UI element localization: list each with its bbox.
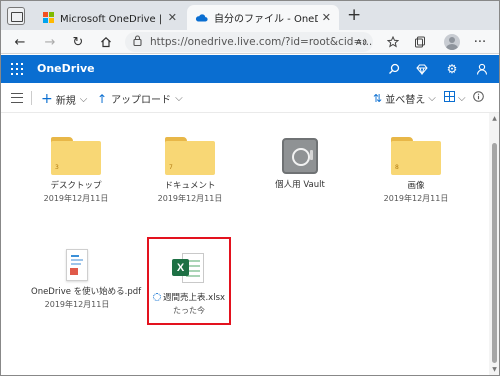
url-text: https://onedrive.live.com/?id=root&cid=.… [150, 36, 373, 48]
view-toggle-button[interactable]: ⌵ [444, 91, 466, 105]
home-icon[interactable] [97, 33, 115, 51]
folder-tile-documents[interactable]: 7 ドキュメント 2019年12月11日 [145, 137, 235, 204]
upload-arrow-icon: ↑ [97, 91, 108, 106]
onedrive-cloud-icon [195, 13, 208, 22]
lock-icon[interactable] [133, 35, 142, 49]
scroll-up-icon[interactable]: ▲ [490, 115, 499, 122]
scroll-down-icon[interactable]: ▼ [490, 366, 499, 373]
favorite-star-icon[interactable] [384, 33, 402, 51]
app-launcher-icon[interactable] [11, 63, 23, 75]
file-name: デスクトップ [50, 181, 102, 191]
forward-arrow-icon[interactable]: → [41, 33, 59, 51]
browser-tab-onedrive-info[interactable]: Microsoft OneDrive | 無料のクラウ ✕ [35, 5, 185, 30]
chevron-down-icon: ⌵ [175, 93, 183, 104]
folder-icon: 7 [165, 137, 215, 175]
folder-icon: 8 [391, 137, 441, 175]
new-tab-button[interactable]: + [347, 5, 361, 25]
browser-tab-my-files[interactable]: 自分のファイル - OneDrive ✕ [187, 5, 339, 30]
file-name: 画像 [407, 181, 425, 191]
onedrive-header: OneDrive ⚙ [1, 55, 499, 83]
account-person-icon[interactable] [473, 60, 491, 78]
sort-icon: ⇅ [373, 92, 383, 105]
command-bar: + 新規 ⌵ ↑ アップロード ⌵ ⇅ 並べ替え ⌵ ⌵ [1, 83, 499, 113]
file-tile-pdf[interactable]: OneDrive を使い始める.pdf 2019年12月11日 [31, 245, 142, 310]
window-menu-icon[interactable] [7, 7, 25, 25]
highlight-frame [147, 237, 231, 325]
info-icon [473, 91, 484, 105]
address-bar: ← → ↻ https://onedrive.live.com/?id=root… [1, 30, 499, 54]
browser-window: Microsoft OneDrive | 無料のクラウ ✕ 自分のファイル - … [0, 0, 500, 376]
folder-tile-pictures[interactable]: 8 画像 2019年12月11日 [371, 137, 461, 204]
url-field[interactable]: https://onedrive.live.com/?id=root&cid=.… [125, 32, 373, 52]
divider [31, 91, 32, 105]
vertical-scrollbar[interactable]: ▲ ▼ [489, 113, 499, 375]
microsoft-logo-icon [43, 12, 54, 23]
chevron-down-icon: ⌵ [79, 93, 88, 105]
sort-label: 並べ替え [385, 95, 426, 106]
item-count: 3 [55, 164, 59, 171]
search-icon[interactable] [385, 60, 403, 78]
folder-icon: 3 [51, 137, 101, 175]
tab-bar: Microsoft OneDrive | 無料のクラウ ✕ 自分のファイル - … [1, 1, 499, 30]
info-button[interactable] [473, 91, 484, 105]
settings-gear-icon[interactable]: ⚙ [443, 60, 461, 78]
svg-text:A: A [356, 38, 362, 47]
collections-icon[interactable] [411, 33, 429, 51]
new-button[interactable]: + 新規 ⌵ [41, 91, 87, 107]
scroll-thumb[interactable] [492, 143, 497, 363]
premium-diamond-icon[interactable] [413, 60, 431, 78]
tab-title: Microsoft OneDrive | 無料のクラウ [60, 14, 164, 25]
item-count: 7 [169, 164, 173, 171]
upload-label: アップロード [111, 95, 172, 106]
vault-tile[interactable]: 個人用 Vault [255, 137, 345, 190]
profile-avatar[interactable] [444, 34, 460, 50]
pdf-document-icon [66, 249, 88, 281]
file-date: 2019年12月11日 [383, 194, 449, 203]
tiles-view-icon [444, 91, 455, 105]
file-name: ドキュメント [164, 181, 216, 191]
app-title[interactable]: OneDrive [37, 62, 95, 75]
back-arrow-icon[interactable]: ← [11, 33, 29, 51]
tab-title: 自分のファイル - OneDrive [214, 14, 318, 25]
file-name: OneDrive を使い始める.pdf [31, 287, 142, 297]
plus-icon: + [41, 91, 53, 107]
new-label: 新規 [55, 95, 76, 107]
upload-button[interactable]: ↑ アップロード ⌵ [97, 91, 183, 107]
chevron-down-icon: ⌵ [428, 93, 436, 104]
folder-tile-desktop[interactable]: 3 デスクトップ 2019年12月11日 [31, 137, 121, 204]
file-date: 2019年12月11日 [44, 300, 110, 309]
more-options-icon[interactable]: ··· [471, 33, 489, 51]
file-name: 個人用 Vault [275, 180, 325, 190]
close-tab-icon[interactable]: ✕ [168, 11, 177, 24]
file-date: 2019年12月11日 [43, 194, 109, 203]
sort-button[interactable]: ⇅ 並べ替え ⌵ [373, 91, 436, 106]
read-aloud-icon[interactable]: A [353, 33, 371, 51]
file-grid: 3 デスクトップ 2019年12月11日 7 ドキュメント 2019年12月11… [1, 113, 489, 375]
item-count: 8 [395, 164, 399, 171]
refresh-icon[interactable]: ↻ [69, 33, 87, 51]
chevron-down-icon: ⌵ [458, 92, 466, 104]
menu-hamburger-icon[interactable] [11, 93, 23, 103]
close-tab-icon[interactable]: ✕ [322, 11, 331, 24]
file-date: 2019年12月11日 [157, 194, 223, 203]
vault-safe-icon [282, 138, 318, 174]
